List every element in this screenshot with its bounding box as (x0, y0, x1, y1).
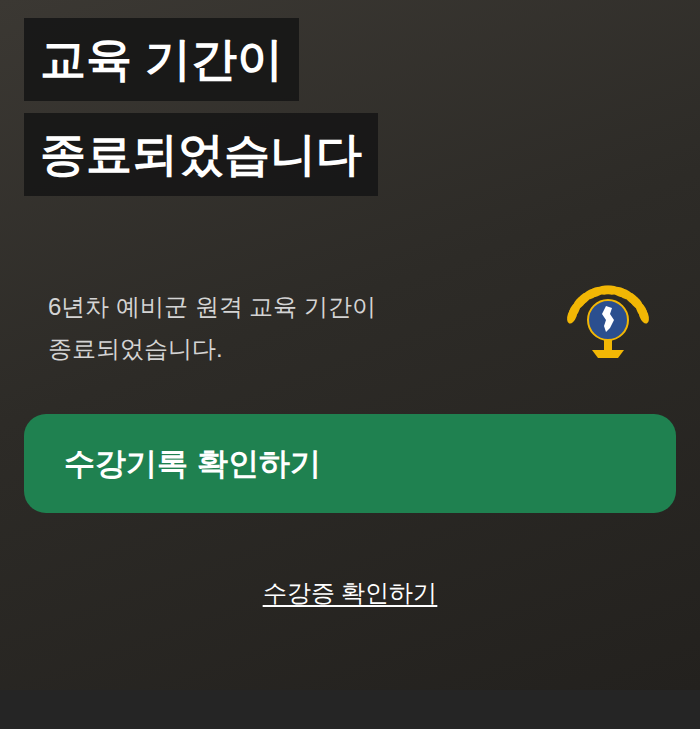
message: 6년차 예비군 원격 교육 기간이종료되었습니다. (24, 286, 376, 370)
photo-background: 교육 기간이종료되었습니다 6년차 예비군 원격 교육 기간이종료되었습니다. 수강… (0, 0, 700, 690)
title-line: 종료되었습니다 (24, 113, 378, 196)
message-line: 종료되었습니다. (48, 328, 376, 370)
message-line: 6년차 예비군 원격 교육 기간이 (48, 286, 376, 328)
bottom-bar (0, 690, 700, 729)
reserve-forces-emblem-icon (560, 280, 656, 376)
title: 교육 기간이종료되었습니다 (24, 18, 676, 196)
title-line: 교육 기간이 (24, 18, 299, 101)
view-certificate-link[interactable]: 수강증 확인하기 (263, 575, 438, 611)
education-ended-screen: 교육 기간이종료되었습니다 6년차 예비군 원격 교육 기간이종료되었습니다. 수강… (0, 0, 700, 729)
view-records-button[interactable]: 수강기록 확인하기 (24, 414, 676, 513)
